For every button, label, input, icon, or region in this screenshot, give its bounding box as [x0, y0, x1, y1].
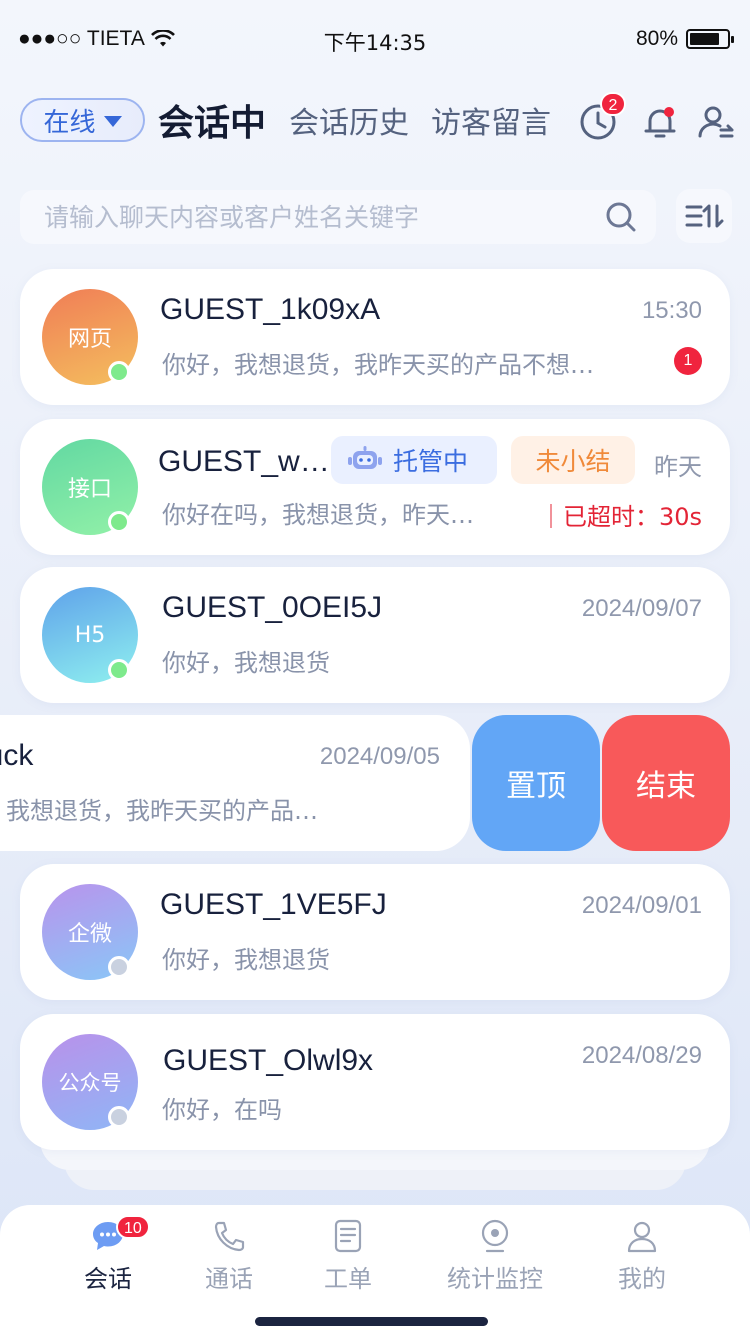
tabbar-item-sessions[interactable]: 10 会话 — [48, 1215, 168, 1294]
channel-label: H5 — [74, 622, 106, 648]
pin-button[interactable]: 置顶 — [472, 715, 600, 851]
session-card[interactable]: H5 GUEST_0OEI5J 2024/09/07 你好，我想退货 — [20, 567, 730, 703]
offline-dot — [108, 956, 130, 978]
guest-name: GUEST_Olwl9x — [163, 1044, 374, 1077]
tabbar-label: 工单 — [324, 1265, 372, 1293]
channel-label: 公众号 — [58, 1071, 122, 1095]
user-transfer-icon — [698, 106, 734, 138]
battery-icon — [686, 29, 734, 49]
guest-name: GUEST_1k09xA — [160, 293, 381, 326]
tab-session-history[interactable]: 会话历史 — [289, 98, 409, 142]
document-icon — [334, 1219, 362, 1253]
tab-visitor-messages[interactable]: 访客留言 — [431, 98, 551, 142]
session-time: 昨天 — [654, 454, 702, 481]
online-status-label: 在线 — [43, 107, 96, 138]
carrier: ●●●○○ TIETA — [18, 27, 145, 50]
queue-badge: 2 — [600, 92, 626, 116]
guest-name: GUEST_1VE5FJ — [160, 888, 387, 921]
guest-name: luck — [0, 739, 34, 772]
tabbar-label: 我的 — [618, 1265, 666, 1293]
guest-name: GUEST_0OEI5J — [162, 591, 383, 624]
tabbar-item-profile[interactable]: 我的 — [582, 1219, 702, 1294]
channel-label: 网页 — [67, 327, 112, 352]
channel-label: 企微 — [67, 922, 112, 947]
battery-percent: 80% — [635, 27, 678, 50]
sort-icon — [685, 204, 724, 228]
header: 在线 会话中 会话历史 访客留言 2 — [0, 90, 750, 154]
tabbar-item-statistics[interactable]: 统计监控 — [435, 1219, 555, 1294]
offline-dot — [108, 1106, 130, 1128]
notification-button[interactable] — [640, 100, 684, 144]
battery-fill — [690, 33, 719, 45]
queue-clock-button[interactable]: 2 — [578, 92, 626, 144]
unsummarized-tag: 未小结 — [511, 436, 635, 484]
search-icon[interactable] — [604, 200, 638, 234]
ai-hosting-label: 托管中 — [393, 447, 469, 476]
triangle-down-icon — [103, 116, 122, 127]
robot-icon — [348, 446, 382, 469]
monitor-icon — [481, 1219, 509, 1253]
phone-icon — [214, 1221, 245, 1252]
session-time: 2024/09/01 — [581, 892, 702, 919]
tabbar-item-tickets[interactable]: 工单 — [288, 1219, 408, 1294]
bottom-tab-bar: 10 会话 通话 工单 统计监控 我的 — [0, 1205, 750, 1334]
message-preview: 你好，我想退货 — [162, 649, 330, 677]
tabbar-label: 统计监控 — [447, 1265, 543, 1293]
home-indicator — [255, 1317, 488, 1326]
online-dot — [108, 659, 130, 681]
tabbar-item-calls[interactable]: 通话 — [169, 1219, 289, 1294]
ai-hosting-tag: 托管中 — [331, 436, 497, 484]
sort-button[interactable] — [676, 189, 732, 243]
unsummarized-label: 未小结 — [535, 447, 611, 476]
wifi-icon — [150, 30, 175, 47]
search-input[interactable] — [44, 202, 584, 232]
session-time: 15:30 — [641, 297, 702, 324]
tab-active-sessions[interactable]: 会话中 — [158, 94, 266, 146]
end-label: 结束 — [636, 769, 696, 804]
message-preview: 你好，在吗 — [162, 1096, 282, 1124]
guest-name: GUEST_w… — [158, 445, 330, 478]
session-card[interactable]: 公众号 GUEST_Olwl9x 2024/08/29 你好，在吗 — [20, 1014, 730, 1150]
session-card[interactable]: 企微 GUEST_1VE5FJ 2024/09/01 你好，我想退货 — [20, 864, 730, 1000]
session-card[interactable]: 接口 GUEST_w… 托管中 未小结 昨天 你好在吗，我想退货，昨天… ｜已超… — [20, 419, 730, 555]
message-preview: 你好在吗，我想退货，昨天… — [162, 501, 474, 529]
tabbar-label: 通话 — [205, 1265, 253, 1293]
sessions-badge: 10 — [116, 1215, 150, 1239]
session-time: 2024/08/29 — [581, 1042, 702, 1069]
online-status-dropdown[interactable]: 在线 — [20, 98, 145, 142]
channel-label: 接口 — [67, 477, 112, 502]
session-time: 2024/09/05 — [319, 743, 440, 770]
message-preview: 你好，我想退货 — [162, 946, 330, 974]
search-bar — [20, 190, 656, 244]
status-bar: ●●●○○ TIETA 下午14:35 80% — [0, 0, 750, 80]
session-card-swiped[interactable]: luck 2024/09/05 ，我想退货，我昨天买的产品… — [0, 715, 470, 851]
online-dot — [108, 511, 130, 533]
timeout-warning: ｜已超时：30s — [538, 503, 702, 531]
pin-label: 置顶 — [506, 769, 566, 804]
end-session-button[interactable]: 结束 — [602, 715, 730, 851]
message-preview: 你好，我想退货，我昨天买的产品不想… — [162, 351, 594, 379]
unread-badge: 1 — [674, 347, 702, 375]
transfer-user-button[interactable] — [696, 100, 740, 144]
session-time: 2024/09/07 — [581, 595, 702, 622]
session-card[interactable]: 网页 GUEST_1k09xA 15:30 你好，我想退货，我昨天买的产品不想…… — [20, 269, 730, 405]
online-dot — [108, 361, 130, 383]
tabbar-label: 会话 — [84, 1265, 132, 1293]
person-icon — [627, 1221, 657, 1253]
bell-icon — [644, 107, 676, 138]
message-preview: ，我想退货，我昨天买的产品… — [0, 797, 318, 825]
